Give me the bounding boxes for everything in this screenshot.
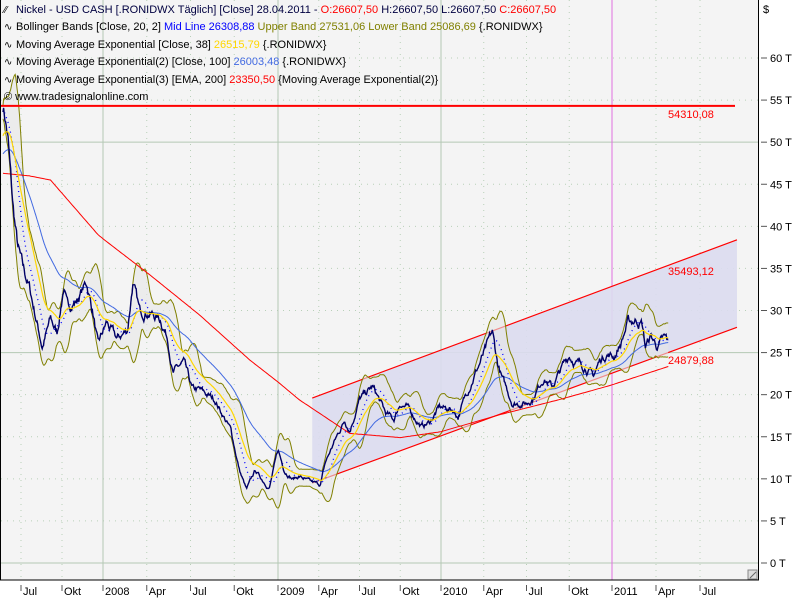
indicator-icon: ∿	[4, 74, 13, 86]
x-tick-label: Apr	[149, 586, 166, 598]
y-tick-label: 60 T	[770, 53, 792, 65]
y-tick-label: 40 T	[770, 221, 792, 233]
x-tick-label: Jul	[23, 586, 37, 598]
x-tick-label: Okt	[402, 586, 419, 598]
x-tick-label: Apr	[658, 586, 675, 598]
chart-legend: ⁄⁄ Nickel - USD CASH [.RONIDWX Täglich] […	[4, 2, 556, 105]
y-tick-label: 20 T	[770, 390, 792, 402]
x-tick-label: Jul	[702, 586, 716, 598]
y-tick-label: 10 T	[770, 474, 792, 486]
resize-grip-icon[interactable]	[747, 569, 758, 580]
legend-ema200[interactable]: ∿ Moving Average Exponential(3) [EMA, 200…	[4, 72, 556, 89]
channel-upper-label: 35493,12	[668, 266, 714, 278]
x-tick-label: Jul	[362, 586, 376, 598]
x-tick-label: Apr	[486, 586, 503, 598]
indicator-icon: ∿	[4, 39, 13, 51]
line-chart-icon: ⁄⁄	[4, 5, 8, 16]
legend-ema100[interactable]: ∿ Moving Average Exponential(2) [Close, 1…	[4, 54, 556, 71]
indicator-icon: ∿	[4, 57, 13, 69]
y-tick-label: 45 T	[770, 179, 792, 191]
indicator-icon: ∿	[4, 22, 13, 34]
legend-ema38[interactable]: ∿ Moving Average Exponential [Close, 38] …	[4, 37, 556, 54]
x-tick-label: Okt	[236, 586, 253, 598]
legend-bollinger[interactable]: ∿ Bollinger Bands [Close, 20, 2] Mid Line…	[4, 19, 556, 36]
channel-lower-label: 24879,88	[668, 355, 714, 367]
x-tick-label: 2010	[443, 586, 467, 598]
y-axis: 0 T 5 T 10 T 15 T 20 T 25 T 30 T 35 T 40 T 45 T 50…	[761, 53, 792, 570]
x-tick-label: 2008	[105, 586, 129, 598]
x-tick-label: Okt	[571, 586, 588, 598]
y-tick-label: 50 T	[770, 137, 792, 149]
x-tick-label: Jul	[529, 586, 543, 598]
y-tick-label: 55 T	[770, 95, 792, 107]
x-tick-label: 2011	[614, 586, 638, 598]
y-tick-label: 5 T	[770, 516, 786, 528]
x-tick-label: 2009	[280, 586, 304, 598]
x-tick-label: Jul	[193, 586, 207, 598]
currency-label: $	[763, 4, 769, 16]
x-tick-label: Apr	[321, 586, 338, 598]
x-axis: Jul Okt 2008 Apr Jul Okt 2009 Apr Jul Okt 2010 Apr J…	[20, 585, 716, 598]
y-tick-label: 25 T	[770, 348, 792, 360]
y-tick-label: 30 T	[770, 306, 792, 318]
y-tick-label: 0 T	[770, 558, 786, 570]
legend-price[interactable]: ⁄⁄ Nickel - USD CASH [.RONIDWX Täglich] […	[4, 2, 556, 19]
horizontal-level-label: 54310,08	[668, 109, 714, 121]
x-tick-label: Okt	[64, 586, 81, 598]
y-tick-label: 35 T	[770, 263, 792, 275]
copyright-link[interactable]: © www.tradesignalonline.com	[4, 89, 556, 105]
y-tick-label: 15 T	[770, 432, 792, 444]
